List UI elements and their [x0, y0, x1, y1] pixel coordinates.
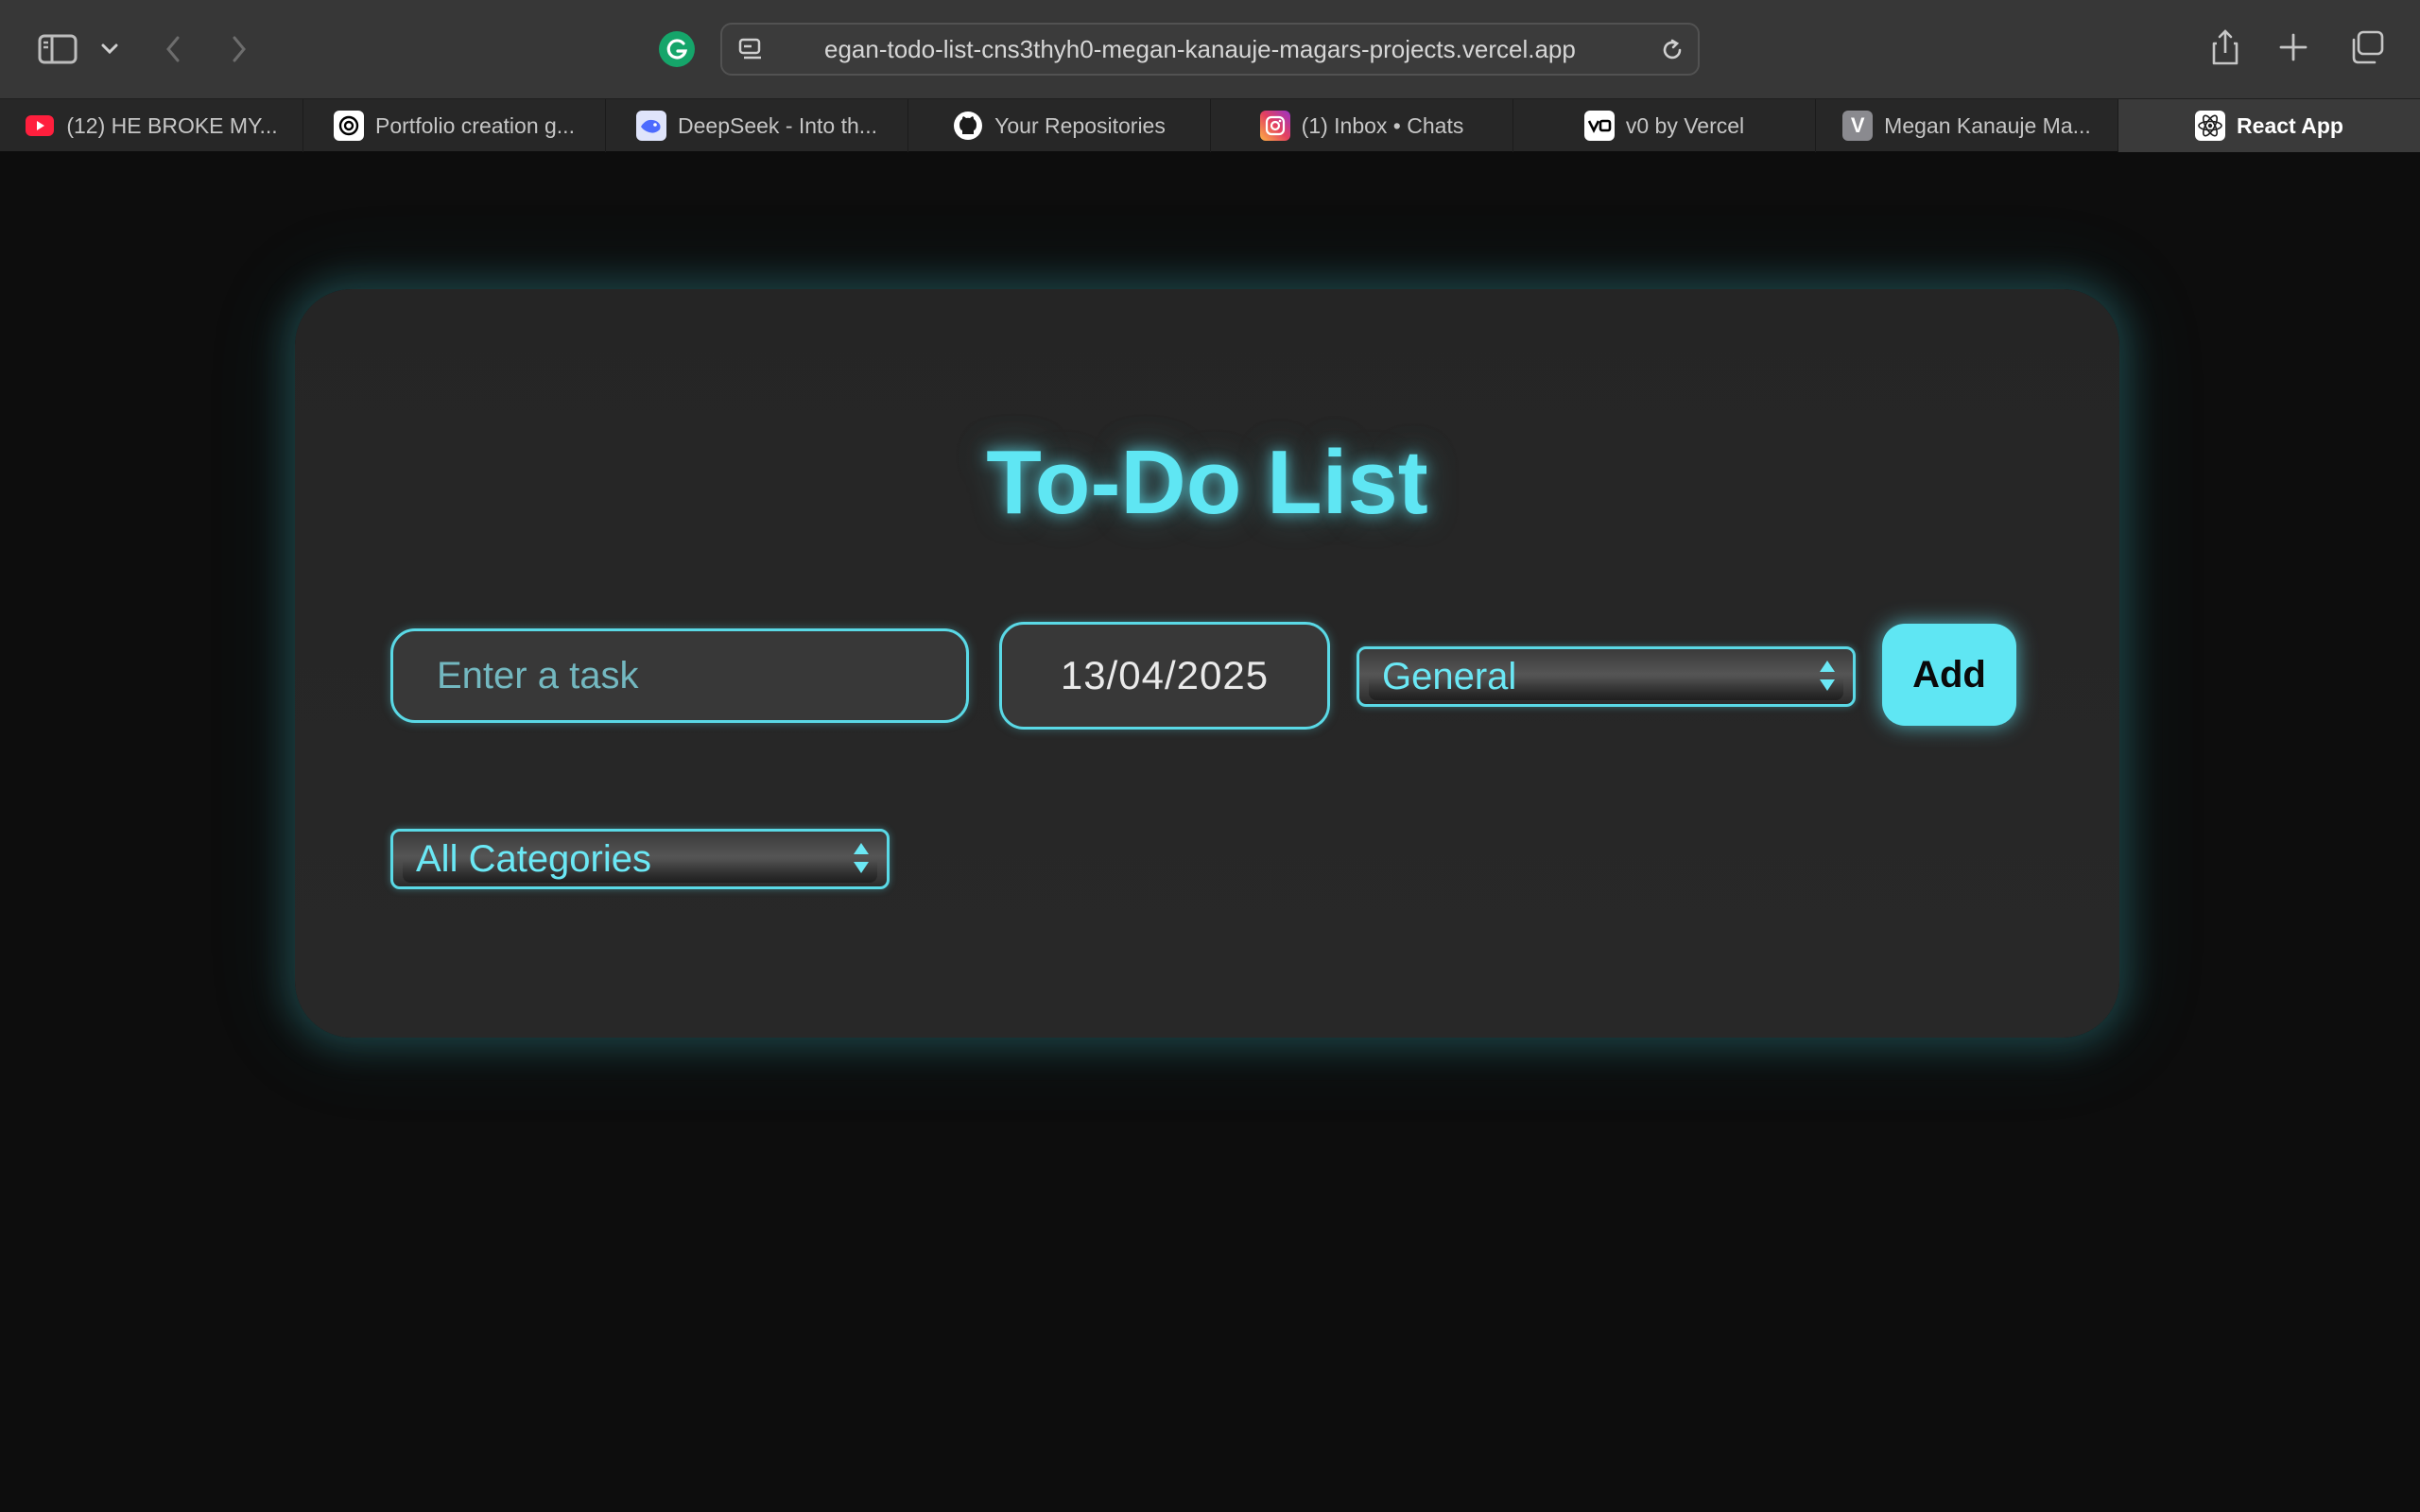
sidebar-toggle-button[interactable]: [36, 30, 79, 68]
page-settings-button[interactable]: [735, 36, 766, 62]
tab-vercel[interactable]: V Megan Kanauje Ma...: [1816, 99, 2118, 152]
back-button[interactable]: [159, 30, 187, 68]
select-arrows-icon: [851, 841, 872, 877]
due-date-input[interactable]: 13/04/2025: [999, 622, 1330, 730]
tab-label: v0 by Vercel: [1625, 112, 1745, 138]
category-select-value: General: [1382, 655, 1517, 697]
add-task-button[interactable]: Add: [1882, 624, 2016, 726]
chevron-left-icon: [166, 36, 180, 62]
tab-overview-button[interactable]: [2348, 28, 2386, 66]
page-menu-icon: [738, 38, 761, 60]
grammarly-extension-button[interactable]: [659, 31, 695, 67]
chevron-right-icon: [233, 36, 246, 62]
category-select[interactable]: General: [1357, 646, 1856, 707]
tab-react-app[interactable]: React App: [2118, 99, 2420, 152]
page-title: To-Do List: [986, 432, 1428, 533]
grammarly-icon: [666, 39, 688, 60]
tab-label: Megan Kanauje Ma...: [1884, 112, 2091, 138]
forward-button[interactable]: [225, 30, 253, 68]
sidebar-icon: [38, 34, 78, 64]
vercel-v-icon: V: [1842, 111, 1874, 141]
tab-v0[interactable]: v0 by Vercel: [1513, 99, 1816, 152]
category-filter-select[interactable]: All Categories: [390, 829, 890, 889]
tab-overview-icon: [2352, 30, 2384, 64]
chevron-down-icon: [101, 43, 118, 55]
filter-select-value: All Categories: [416, 837, 652, 880]
tab-label: Portfolio creation g...: [375, 112, 575, 138]
tab-youtube[interactable]: (12) HE BROKE MY...: [0, 99, 303, 152]
sidebar-menu-button[interactable]: [98, 38, 121, 60]
tab-github[interactable]: Your Repositories: [908, 99, 1211, 152]
plus-icon: [2279, 33, 2308, 61]
tab-label: React App: [2237, 112, 2343, 138]
tab-label: Your Repositories: [994, 112, 1166, 138]
react-icon: [2195, 111, 2226, 141]
tab-deepseek[interactable]: DeepSeek - Into th...: [606, 99, 908, 152]
tab-label: DeepSeek - Into th...: [678, 112, 877, 138]
v0-icon: [1583, 111, 1615, 141]
openai-icon: [334, 111, 365, 141]
url-text[interactable]: egan-todo-list-cns3thyh0-megan-kanauje-m…: [824, 25, 1675, 74]
tab-bar: (12) HE BROKE MY... Portfolio creation g…: [0, 98, 2420, 152]
tab-label: (12) HE BROKE MY...: [66, 112, 278, 138]
tab-instagram[interactable]: (1) Inbox • Chats: [1211, 99, 1513, 152]
github-icon: [953, 111, 983, 141]
share-button[interactable]: [2208, 26, 2242, 68]
task-input[interactable]: [390, 628, 969, 723]
youtube-icon: [25, 111, 55, 141]
select-arrows-icon: [1817, 659, 1838, 695]
share-icon: [2212, 29, 2238, 65]
todo-card: To-Do List 13/04/2025 General Add All Ca…: [295, 289, 2119, 1038]
reload-button[interactable]: [1658, 36, 1686, 64]
reload-icon: [1663, 39, 1682, 60]
address-bar[interactable]: egan-todo-list-cns3thyh0-megan-kanauje-m…: [720, 23, 1700, 76]
tab-chatgpt[interactable]: Portfolio creation g...: [303, 99, 606, 152]
deepseek-icon: [636, 111, 667, 141]
new-tab-button[interactable]: [2276, 30, 2310, 64]
instagram-icon: [1259, 111, 1290, 141]
browser-toolbar: egan-todo-list-cns3thyh0-megan-kanauje-m…: [0, 0, 2420, 98]
tab-label: (1) Inbox • Chats: [1301, 112, 1464, 138]
